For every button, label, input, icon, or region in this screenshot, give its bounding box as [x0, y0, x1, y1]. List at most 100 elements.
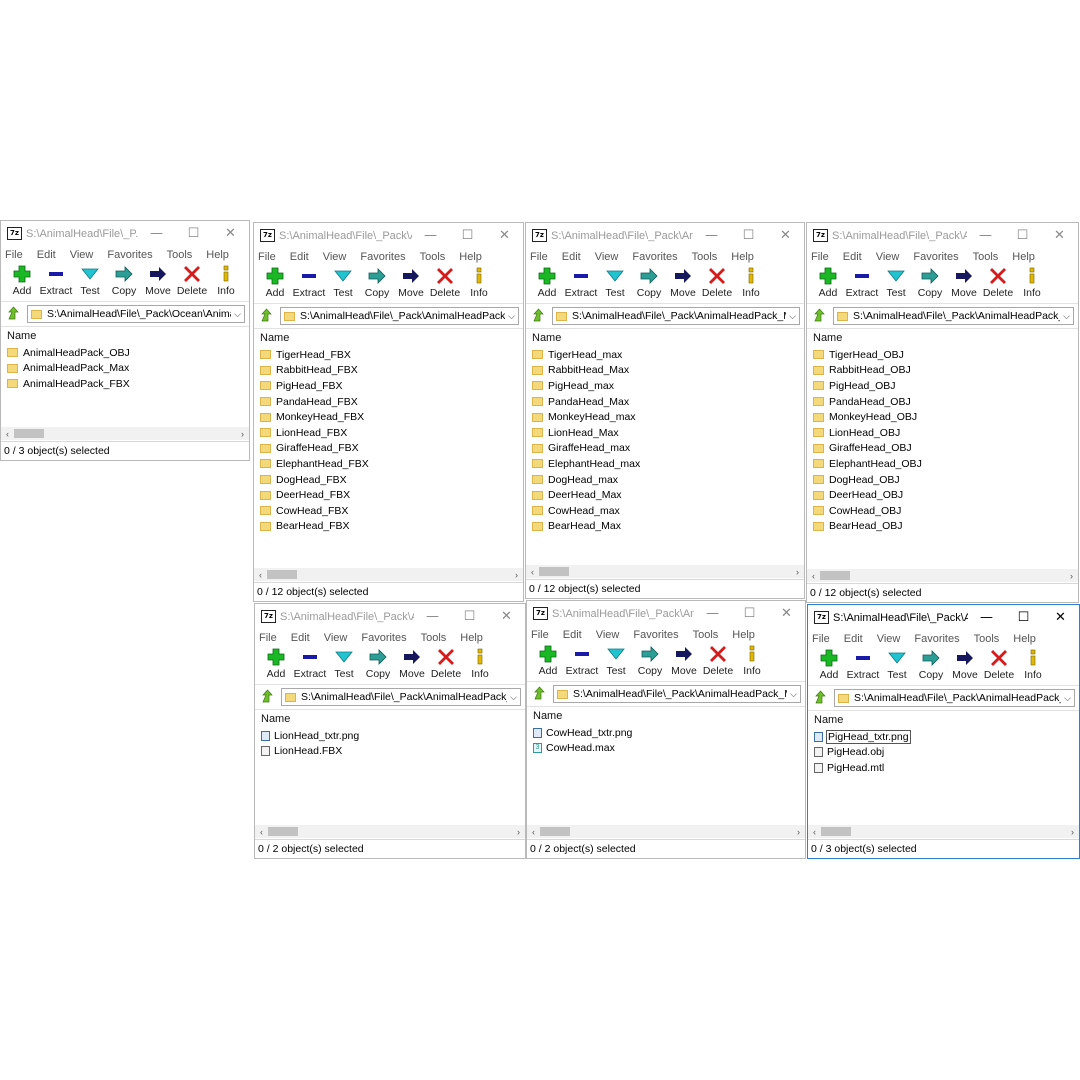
list-item[interactable]: MonkeyHead_OBJ: [807, 409, 1078, 425]
window-cowhead-max[interactable]: 7z S:\AnimalHead\File\_Pack\Ani... — ☐ ✕ File…: [526, 600, 806, 859]
menu-file[interactable]: File: [530, 251, 548, 263]
window-pighead-obj[interactable]: 7z S:\AnimalHead\File\_Pack\A... — ☐ ✕ File Ed…: [807, 604, 1080, 859]
chevron-down-icon[interactable]: ⌵: [1063, 311, 1070, 322]
menu-file[interactable]: File: [258, 251, 276, 263]
extract-button[interactable]: Extract: [292, 265, 326, 299]
list-item[interactable]: CowHead_OBJ: [807, 503, 1078, 519]
close-button[interactable]: ✕: [767, 228, 804, 243]
scroll-right-icon[interactable]: ›: [791, 567, 804, 577]
test-button[interactable]: Test: [327, 646, 361, 680]
menu-tools[interactable]: Tools: [421, 632, 447, 644]
minimize-button[interactable]: —: [414, 609, 451, 624]
up-folder-icon[interactable]: [812, 689, 830, 707]
menu-view[interactable]: View: [876, 251, 900, 263]
menu-help[interactable]: Help: [732, 629, 755, 641]
menu-favorites[interactable]: Favorites: [107, 249, 152, 261]
horizontal-scrollbar[interactable]: ‹ ›: [527, 825, 805, 838]
extract-button[interactable]: Extract: [846, 647, 880, 681]
scroll-thumb[interactable]: [539, 567, 569, 576]
menu-tools[interactable]: Tools: [973, 251, 999, 263]
list-item[interactable]: CowHead_txtr.png: [527, 725, 805, 741]
list-item[interactable]: LionHead_FBX: [254, 425, 523, 441]
menu-edit[interactable]: Edit: [291, 632, 310, 644]
minimize-button[interactable]: —: [412, 228, 449, 243]
maximize-button[interactable]: ☐: [731, 606, 768, 621]
chevron-down-icon[interactable]: ⌵: [510, 692, 517, 703]
list-item[interactable]: BearHead_Max: [526, 519, 804, 535]
menu-view[interactable]: View: [324, 632, 348, 644]
list-item[interactable]: GiraffeHead_max: [526, 441, 804, 457]
copy-button[interactable]: Copy: [633, 643, 667, 677]
menu-view[interactable]: View: [595, 251, 619, 263]
list-item[interactable]: PigHead.obj: [808, 745, 1079, 761]
list-item[interactable]: PandaHead_OBJ: [807, 394, 1078, 410]
menu-help[interactable]: Help: [459, 251, 482, 263]
delete-button[interactable]: Delete: [981, 265, 1015, 299]
copy-button[interactable]: Copy: [632, 265, 666, 299]
list-item[interactable]: RabbitHead_Max: [526, 363, 804, 379]
test-button[interactable]: Test: [879, 265, 913, 299]
list-item[interactable]: CowHead_max: [526, 503, 804, 519]
column-header-name[interactable]: Name: [526, 329, 804, 347]
move-button[interactable]: Move: [667, 643, 701, 677]
list-item[interactable]: RabbitHead_OBJ: [807, 363, 1078, 379]
scroll-left-icon[interactable]: ‹: [808, 827, 821, 837]
title-bar[interactable]: 7z S:\AnimalHead\File\_Pack\A... — ☐ ✕: [807, 223, 1078, 248]
test-button[interactable]: Test: [326, 265, 360, 299]
close-button[interactable]: ✕: [212, 226, 249, 241]
list-item[interactable]: DogHead_max: [526, 472, 804, 488]
close-button[interactable]: ✕: [486, 228, 523, 243]
delete-button[interactable]: Delete: [982, 647, 1016, 681]
horizontal-scrollbar[interactable]: ‹ ›: [526, 565, 804, 578]
list-item[interactable]: LionHead_txtr.png: [255, 728, 525, 744]
menu-view[interactable]: View: [877, 633, 901, 645]
list-item[interactable]: GiraffeHead_OBJ: [807, 441, 1078, 457]
window-obj-folder[interactable]: 7z S:\AnimalHead\File\_Pack\A... — ☐ ✕ File Ed…: [806, 222, 1079, 603]
list-item[interactable]: PigHead_max: [526, 378, 804, 394]
menu-file[interactable]: File: [811, 251, 829, 263]
list-item[interactable]: DeerHead_OBJ: [807, 487, 1078, 503]
scroll-left-icon[interactable]: ‹: [526, 567, 539, 577]
close-button[interactable]: ✕: [1041, 228, 1078, 243]
copy-button[interactable]: Copy: [913, 265, 947, 299]
list-item[interactable]: BearHead_OBJ: [807, 519, 1078, 535]
add-button[interactable]: Add: [259, 646, 293, 680]
add-button[interactable]: Add: [531, 643, 565, 677]
extract-button[interactable]: Extract: [564, 265, 598, 299]
list-item[interactable]: MonkeyHead_FBX: [254, 409, 523, 425]
close-button[interactable]: ✕: [1042, 610, 1079, 625]
menu-file[interactable]: File: [259, 632, 277, 644]
move-button[interactable]: Move: [395, 646, 429, 680]
list-item[interactable]: PigHead_FBX: [254, 378, 523, 394]
scroll-right-icon[interactable]: ›: [512, 827, 525, 837]
list-item[interactable]: PandaHead_Max: [526, 394, 804, 410]
info-button[interactable]: Info: [1016, 647, 1050, 681]
minimize-button[interactable]: —: [694, 606, 731, 621]
scroll-right-icon[interactable]: ›: [1066, 827, 1079, 837]
list-item[interactable]: ElephantHead_max: [526, 456, 804, 472]
scroll-right-icon[interactable]: ›: [510, 570, 523, 580]
list-item[interactable]: GiraffeHead_FBX: [254, 441, 523, 457]
scroll-thumb[interactable]: [14, 429, 44, 438]
menu-help[interactable]: Help: [460, 632, 483, 644]
scroll-thumb[interactable]: [820, 571, 850, 580]
close-button[interactable]: ✕: [488, 609, 525, 624]
list-item[interactable]: DeerHead_Max: [526, 487, 804, 503]
menu-view[interactable]: View: [70, 249, 94, 261]
chevron-down-icon[interactable]: ⌵: [790, 689, 797, 700]
add-button[interactable]: Add: [812, 647, 846, 681]
path-combobox[interactable]: S:\AnimalHead\File\_Pack\AnimalHeadPack_…: [552, 307, 800, 325]
list-item[interactable]: TigerHead_FBX: [254, 347, 523, 363]
move-button[interactable]: Move: [141, 263, 175, 297]
menu-help[interactable]: Help: [731, 251, 754, 263]
delete-button[interactable]: Delete: [175, 263, 209, 297]
copy-button[interactable]: Copy: [914, 647, 948, 681]
scroll-right-icon[interactable]: ›: [792, 827, 805, 837]
list-item[interactable]: AnimalHeadPack_Max: [1, 361, 249, 377]
menu-file[interactable]: File: [5, 249, 23, 261]
maximize-button[interactable]: ☐: [451, 609, 488, 624]
test-button[interactable]: Test: [73, 263, 107, 297]
menu-tools[interactable]: Tools: [692, 251, 718, 263]
menu-tools[interactable]: Tools: [167, 249, 193, 261]
up-folder-icon[interactable]: [531, 685, 549, 703]
